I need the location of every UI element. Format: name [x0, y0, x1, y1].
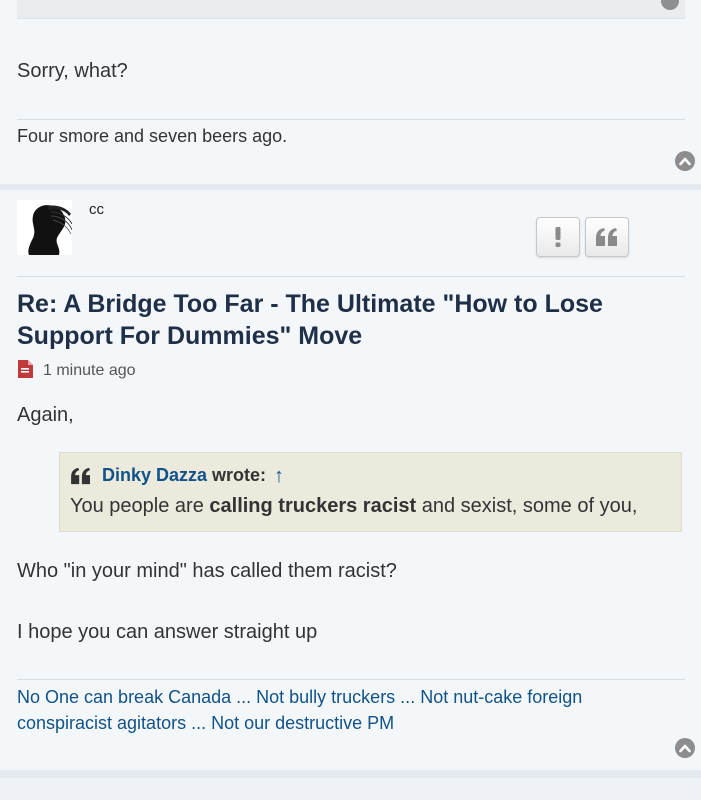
quote-wrote-label: wrote: [212, 465, 267, 485]
chevron-up-icon [679, 157, 691, 166]
post-intro: Again, [17, 404, 74, 426]
avatar-silhouette-icon [17, 200, 72, 255]
quote-author-link[interactable]: Dinky Dazza [102, 465, 207, 486]
post-paragraph: I hope you can answer straight up [17, 621, 318, 643]
quote-block: Dinky Dazza wrote: ↑ You people are call… [59, 452, 682, 532]
signature-divider [17, 679, 685, 680]
quote-text-bold: calling truckers racist [209, 495, 417, 517]
quote-text-end: and sexist, some of you, [416, 495, 638, 517]
quote-icon [596, 228, 617, 246]
post-paragraph: Who "in your mind" has called them racis… [17, 560, 397, 582]
back-to-top-icon[interactable] [661, 0, 679, 10]
previous-post-quote-box [17, 0, 685, 19]
back-to-top-button[interactable] [675, 738, 695, 758]
post: cc Re: A Bridge Too Far - The Ultimate "… [0, 190, 701, 770]
post-title[interactable]: Re: A Bridge Too Far - The Ultimate "How… [17, 288, 687, 352]
quote-text: You people are calling truckers racist a… [70, 495, 637, 518]
header-divider [17, 276, 685, 277]
report-button[interactable] [536, 217, 580, 257]
username[interactable]: cc [89, 201, 104, 218]
post-timestamp: 1 minute ago [43, 362, 136, 379]
exclamation-icon [555, 227, 561, 247]
next-post [0, 778, 701, 800]
avatar[interactable] [17, 200, 72, 255]
previous-post: Sorry, what? Four smore and seven beers … [0, 0, 701, 184]
post-meta: 1 minute ago [17, 359, 136, 383]
previous-post-signature: Four smore and seven beers ago. [17, 126, 288, 146]
quote-mark-icon [71, 467, 90, 484]
quote-button[interactable] [585, 217, 629, 257]
signature-divider [17, 119, 685, 120]
signature-link[interactable]: No One can break Canada ... Not bully tr… [17, 684, 677, 736]
quote-text-start: You people are [70, 495, 210, 517]
back-to-top-button[interactable] [675, 151, 695, 171]
jump-to-post-icon[interactable]: ↑ [274, 466, 284, 486]
file-icon[interactable] [17, 359, 33, 383]
quote-header: Dinky Dazza wrote: ↑ [70, 465, 284, 486]
chevron-up-icon [679, 744, 691, 753]
previous-post-body: Sorry, what? [17, 60, 128, 82]
